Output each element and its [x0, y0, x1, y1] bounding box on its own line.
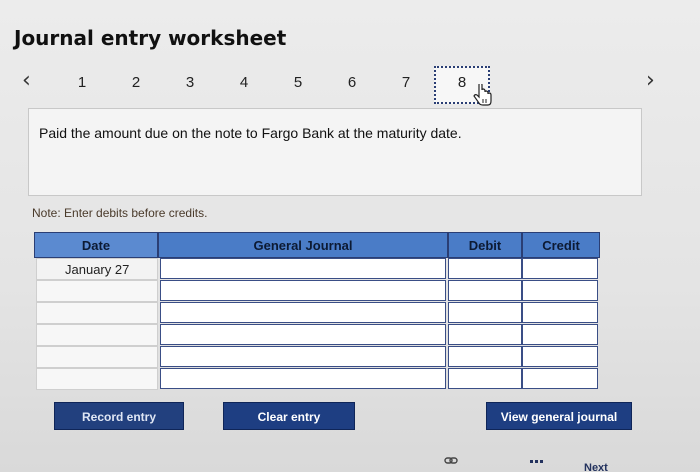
table-row: January 27 — [34, 258, 600, 280]
credit-input[interactable] — [522, 324, 598, 345]
page-link-7[interactable]: 7 — [396, 74, 416, 91]
transaction-prompt: Paid the amount due on the note to Fargo… — [28, 108, 642, 196]
credit-input[interactable] — [522, 368, 598, 389]
prompt-text: Paid the amount due on the note to Fargo… — [39, 125, 462, 141]
journal-table: Date General Journal Debit Credit Januar… — [34, 232, 600, 392]
page-link-5[interactable]: 5 — [288, 74, 308, 91]
date-cell — [36, 280, 158, 302]
table-row — [34, 302, 600, 324]
page-link-3[interactable]: 3 — [180, 74, 200, 91]
view-general-journal-button[interactable]: View general journal — [486, 402, 632, 430]
credit-input[interactable] — [522, 346, 598, 367]
hand-pointer-icon — [473, 84, 492, 106]
date-cell — [36, 324, 158, 346]
debit-input[interactable] — [448, 280, 522, 301]
debit-input[interactable] — [448, 258, 522, 279]
next-button[interactable]: Next — [584, 462, 608, 472]
account-input[interactable] — [160, 258, 446, 279]
account-input[interactable] — [160, 302, 446, 323]
debit-input[interactable] — [448, 302, 522, 323]
table-row — [34, 368, 600, 390]
account-input[interactable] — [160, 324, 446, 345]
debit-input[interactable] — [448, 324, 522, 345]
credit-input[interactable] — [522, 258, 598, 279]
date-cell: January 27 — [36, 258, 158, 280]
date-cell — [36, 368, 158, 390]
date-cell — [36, 302, 158, 324]
record-entry-button[interactable]: Record entry — [54, 402, 184, 430]
account-input[interactable] — [160, 346, 446, 367]
column-header-general-journal: General Journal — [158, 232, 448, 258]
credit-input[interactable] — [522, 280, 598, 301]
credit-input[interactable] — [522, 302, 598, 323]
page-title: Journal entry worksheet — [14, 26, 287, 50]
page-link-6[interactable]: 6 — [342, 74, 362, 91]
page-link-1[interactable]: 1 — [72, 74, 92, 91]
debit-input[interactable] — [448, 368, 522, 389]
instruction-note: Note: Enter debits before credits. — [32, 206, 208, 220]
table-row — [34, 324, 600, 346]
page-navigator: ‹ 1 2 3 4 5 6 7 8 › — [0, 60, 700, 108]
link-icon[interactable] — [444, 456, 458, 466]
table-row — [34, 280, 600, 302]
column-header-credit: Credit — [522, 232, 600, 258]
account-input[interactable] — [160, 368, 446, 389]
page-link-4[interactable]: 4 — [234, 74, 254, 91]
table-row — [34, 346, 600, 368]
column-header-debit: Debit — [448, 232, 522, 258]
column-header-date: Date — [34, 232, 158, 258]
chevron-left-icon[interactable]: ‹ — [22, 68, 31, 93]
chevron-right-icon[interactable]: › — [646, 68, 655, 93]
account-input[interactable] — [160, 280, 446, 301]
clear-entry-button[interactable]: Clear entry — [223, 402, 355, 430]
debit-input[interactable] — [448, 346, 522, 367]
page-link-2[interactable]: 2 — [126, 74, 146, 91]
date-cell — [36, 346, 158, 368]
grid-icon[interactable] — [530, 460, 544, 466]
